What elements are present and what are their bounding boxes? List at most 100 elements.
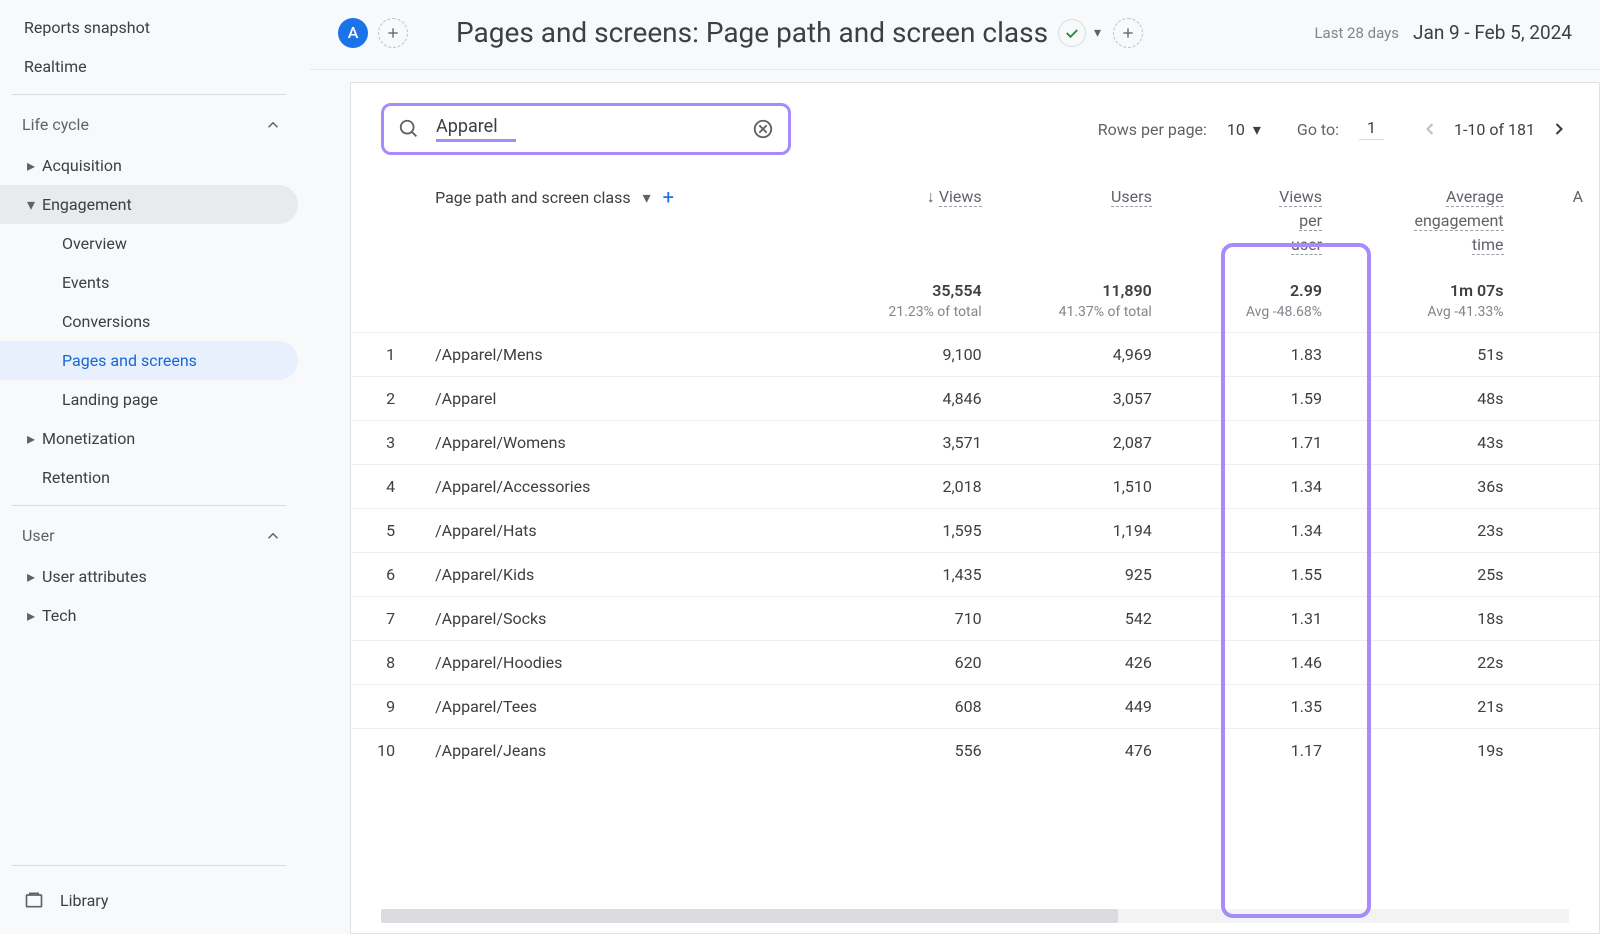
total-views: 35,55421.23% of total <box>827 269 997 333</box>
sidebar-item-label: Engagement <box>42 195 132 214</box>
table-row[interactable]: 7/Apparel/Socks7105421.3118s <box>351 597 1599 641</box>
sidebar-item-monetization[interactable]: ▸ Monetization <box>0 419 298 458</box>
rows-per-page-select[interactable]: 10 ▾ <box>1227 120 1261 139</box>
row-views: 710 <box>827 597 997 641</box>
column-header-views-per-user[interactable]: Views per user <box>1168 173 1338 269</box>
page-title: Pages and screens: Page path and screen … <box>456 16 1048 49</box>
row-path[interactable]: /Apparel/Socks <box>419 597 827 641</box>
sidebar-item-events[interactable]: Events <box>0 263 298 302</box>
row-path[interactable]: /Apparel/Jeans <box>419 729 827 773</box>
row-users: 1,510 <box>998 465 1168 509</box>
table-scroll[interactable]: Page path and screen class ▾ + ↓Views Us… <box>351 173 1599 903</box>
date-range-picker[interactable]: Jan 9 - Feb 5, 2024 <box>1413 21 1572 44</box>
table-row[interactable]: 3/Apparel/Womens3,5712,0871.7143s <box>351 421 1599 465</box>
row-path[interactable]: /Apparel/Hats <box>419 509 827 553</box>
column-header-users[interactable]: Users <box>998 173 1168 269</box>
column-label: Page path and screen class <box>435 188 631 207</box>
row-users: 2,087 <box>998 421 1168 465</box>
divider <box>12 94 286 95</box>
sidebar-section-life-cycle[interactable]: Life cycle <box>0 103 310 146</box>
search-input[interactable] <box>436 116 516 142</box>
total-vpu: 2.99Avg -48.68% <box>1168 269 1338 333</box>
sidebar-item-acquisition[interactable]: ▸ Acquisition <box>0 146 298 185</box>
sidebar-item-conversions[interactable]: Conversions <box>0 302 298 341</box>
goto-label: Go to: <box>1297 120 1339 139</box>
row-vpu: 1.34 <box>1168 465 1338 509</box>
search-filter-wrapper <box>381 103 791 155</box>
sidebar-item-label: User attributes <box>42 567 147 586</box>
sidebar-item-overview[interactable]: Overview <box>0 224 298 263</box>
goto-input[interactable]: 1 <box>1359 118 1384 140</box>
sidebar-item-label: Retention <box>42 468 110 487</box>
table-row[interactable]: 4/Apparel/Accessories2,0181,5101.3436s <box>351 465 1599 509</box>
table-row[interactable]: 9/Apparel/Tees6084491.3521s <box>351 685 1599 729</box>
add-dimension-button[interactable]: + <box>663 185 674 209</box>
row-index: 1 <box>351 333 419 377</box>
caret-blank-icon <box>22 468 40 487</box>
row-path[interactable]: /Apparel/Hoodies <box>419 641 827 685</box>
dropdown-caret-icon[interactable]: ▾ <box>643 188 651 207</box>
row-aet: 23s <box>1338 509 1520 553</box>
dropdown-caret-icon[interactable]: ▾ <box>1094 25 1101 41</box>
sidebar-item-tech[interactable]: ▸ Tech <box>0 596 298 635</box>
sidebar-item-engagement[interactable]: ▾ Engagement <box>0 185 298 224</box>
row-aet: 19s <box>1338 729 1520 773</box>
sidebar-item-label: Library <box>60 891 108 910</box>
customize-button[interactable] <box>1113 18 1143 48</box>
column-header-views[interactable]: ↓Views <box>827 173 997 269</box>
row-index: 10 <box>351 729 419 773</box>
sidebar-item-reports-snapshot[interactable]: Reports snapshot <box>24 8 286 47</box>
divider <box>12 505 286 506</box>
sidebar-item-retention[interactable]: Retention <box>0 458 298 497</box>
row-path[interactable]: /Apparel/Womens <box>419 421 827 465</box>
rows-per-page-label: Rows per page: <box>1098 120 1207 139</box>
prev-page-button[interactable] <box>1420 119 1440 139</box>
sidebar-section-user[interactable]: User <box>0 514 310 557</box>
column-header-avg-engagement-time[interactable]: Average engagement time <box>1338 173 1520 269</box>
scrollbar-thumb[interactable] <box>381 909 1118 923</box>
sidebar-item-library[interactable]: Library <box>0 874 310 926</box>
row-views: 608 <box>827 685 997 729</box>
row-vpu: 1.71 <box>1168 421 1338 465</box>
row-vpu: 1.35 <box>1168 685 1338 729</box>
row-views: 3,571 <box>827 421 997 465</box>
report-card: Rows per page: 10 ▾ Go to: 1 1-10 of 181 <box>350 82 1600 934</box>
avatar[interactable]: A <box>338 18 368 48</box>
row-vpu: 1.83 <box>1168 333 1338 377</box>
dimension-header[interactable]: Page path and screen class ▾ + <box>435 185 811 209</box>
row-aet: 21s <box>1338 685 1520 729</box>
table-row[interactable]: 1/Apparel/Mens9,1004,9691.8351s <box>351 333 1599 377</box>
next-page-button[interactable] <box>1549 119 1569 139</box>
row-path[interactable]: /Apparel/Tees <box>419 685 827 729</box>
row-aet: 22s <box>1338 641 1520 685</box>
row-path[interactable]: /Apparel/Mens <box>419 333 827 377</box>
row-views: 4,846 <box>827 377 997 421</box>
sidebar-item-user-attributes[interactable]: ▸ User attributes <box>0 557 298 596</box>
sidebar-item-realtime[interactable]: Realtime <box>24 47 286 86</box>
table-row[interactable]: 10/Apparel/Jeans5564761.1719s <box>351 729 1599 773</box>
sidebar-item-label: Tech <box>42 606 76 625</box>
total-users: 11,89041.37% of total <box>998 269 1168 333</box>
table-row[interactable]: 6/Apparel/Kids1,4359251.5525s <box>351 553 1599 597</box>
table-row[interactable]: 8/Apparel/Hoodies6204261.4622s <box>351 641 1599 685</box>
row-path[interactable]: /Apparel/Accessories <box>419 465 827 509</box>
row-vpu: 1.46 <box>1168 641 1338 685</box>
sidebar-item-pages-and-screens[interactable]: Pages and screens <box>0 341 298 380</box>
data-table: Page path and screen class ▾ + ↓Views Us… <box>351 173 1599 772</box>
clear-search-icon[interactable] <box>752 118 774 140</box>
table-row[interactable]: 2/Apparel4,8463,0571.5948s <box>351 377 1599 421</box>
add-comparison-button[interactable] <box>378 18 408 48</box>
caret-right-icon: ▸ <box>22 429 40 448</box>
row-path[interactable]: /Apparel/Kids <box>419 553 827 597</box>
check-circle-icon[interactable] <box>1058 19 1086 47</box>
horizontal-scrollbar[interactable] <box>381 909 1569 923</box>
sidebar-item-landing-page[interactable]: Landing page <box>0 380 298 419</box>
caret-right-icon: ▸ <box>22 156 40 175</box>
row-path[interactable]: /Apparel <box>419 377 827 421</box>
caret-right-icon: ▸ <box>22 606 40 625</box>
column-header-truncated[interactable]: A <box>1520 173 1599 269</box>
pagination-range: 1-10 of 181 <box>1454 120 1535 139</box>
row-vpu: 1.31 <box>1168 597 1338 641</box>
row-views: 9,100 <box>827 333 997 377</box>
table-row[interactable]: 5/Apparel/Hats1,5951,1941.3423s <box>351 509 1599 553</box>
